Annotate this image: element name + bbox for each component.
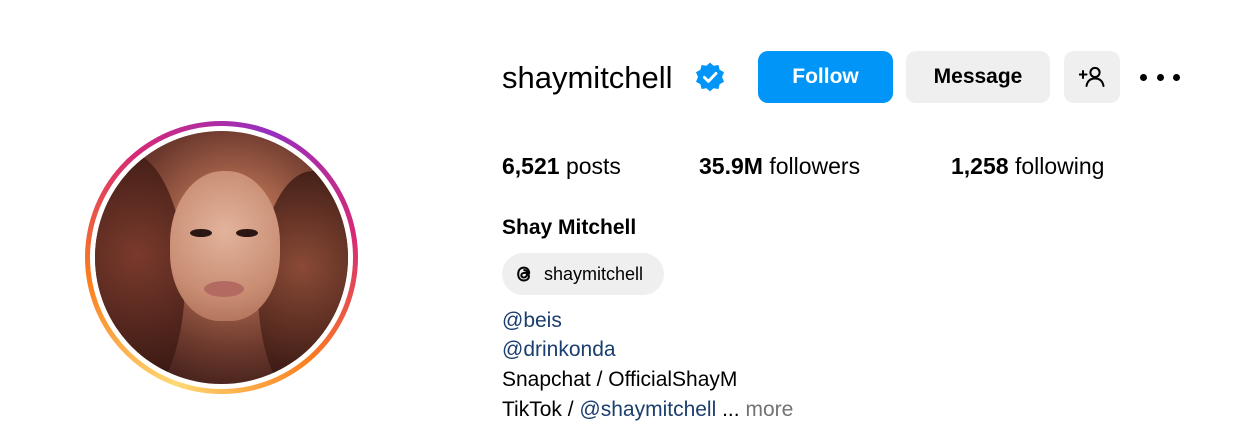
following-count[interactable]: 1,258 following	[951, 150, 1104, 182]
bio-ellipsis: ...	[716, 398, 740, 421]
bio-more-button[interactable]: more	[745, 398, 793, 421]
profile-username: shaymitchell	[502, 60, 673, 95]
avatar-lips	[204, 281, 244, 297]
bio-snapchat-line: Snapchat / OfficialShayM	[502, 368, 738, 391]
follow-button[interactable]: Follow	[758, 51, 893, 103]
followers-count[interactable]: 35.9M followers	[699, 150, 860, 182]
suggested-accounts-button[interactable]	[1064, 51, 1120, 103]
message-button[interactable]: Message	[906, 51, 1050, 103]
threads-username: shaymitchell	[544, 263, 644, 284]
posts-label: posts	[565, 153, 621, 179]
person-add-icon	[1079, 66, 1105, 87]
avatar-border	[90, 126, 353, 389]
avatar[interactable]	[95, 131, 348, 384]
bio-mention-drinkonda[interactable]: @drinkonda	[502, 336, 616, 364]
following-value: 1,258	[951, 153, 1009, 179]
followers-value: 35.9M	[699, 153, 763, 179]
more-dot	[1173, 73, 1180, 81]
bio-tiktok-line: TikTok / @shaymitchell ... more	[502, 396, 793, 424]
bio-mention-beis[interactable]: @beis	[502, 307, 562, 335]
bio-mention-shaymitchell[interactable]: @shaymitchell	[579, 398, 716, 421]
bio-tiktok-prefix: TikTok /	[502, 398, 580, 421]
posts-count: 6,521 posts	[502, 150, 621, 182]
threads-icon	[517, 266, 531, 282]
threads-link[interactable]: shaymitchell	[502, 253, 664, 295]
avatar-face	[170, 171, 280, 321]
avatar-eye-left	[190, 229, 212, 237]
verified-badge-icon	[696, 62, 724, 92]
more-dot	[1140, 73, 1147, 81]
followers-label: followers	[769, 153, 861, 179]
profile-full-name: Shay Mitchell	[502, 216, 637, 239]
story-ring[interactable]	[85, 121, 358, 394]
posts-value: 6,521	[502, 153, 560, 179]
following-label: following	[1014, 153, 1105, 179]
more-dot	[1156, 73, 1164, 81]
more-options-icon[interactable]	[1140, 63, 1180, 91]
avatar-eye-right	[236, 229, 258, 237]
